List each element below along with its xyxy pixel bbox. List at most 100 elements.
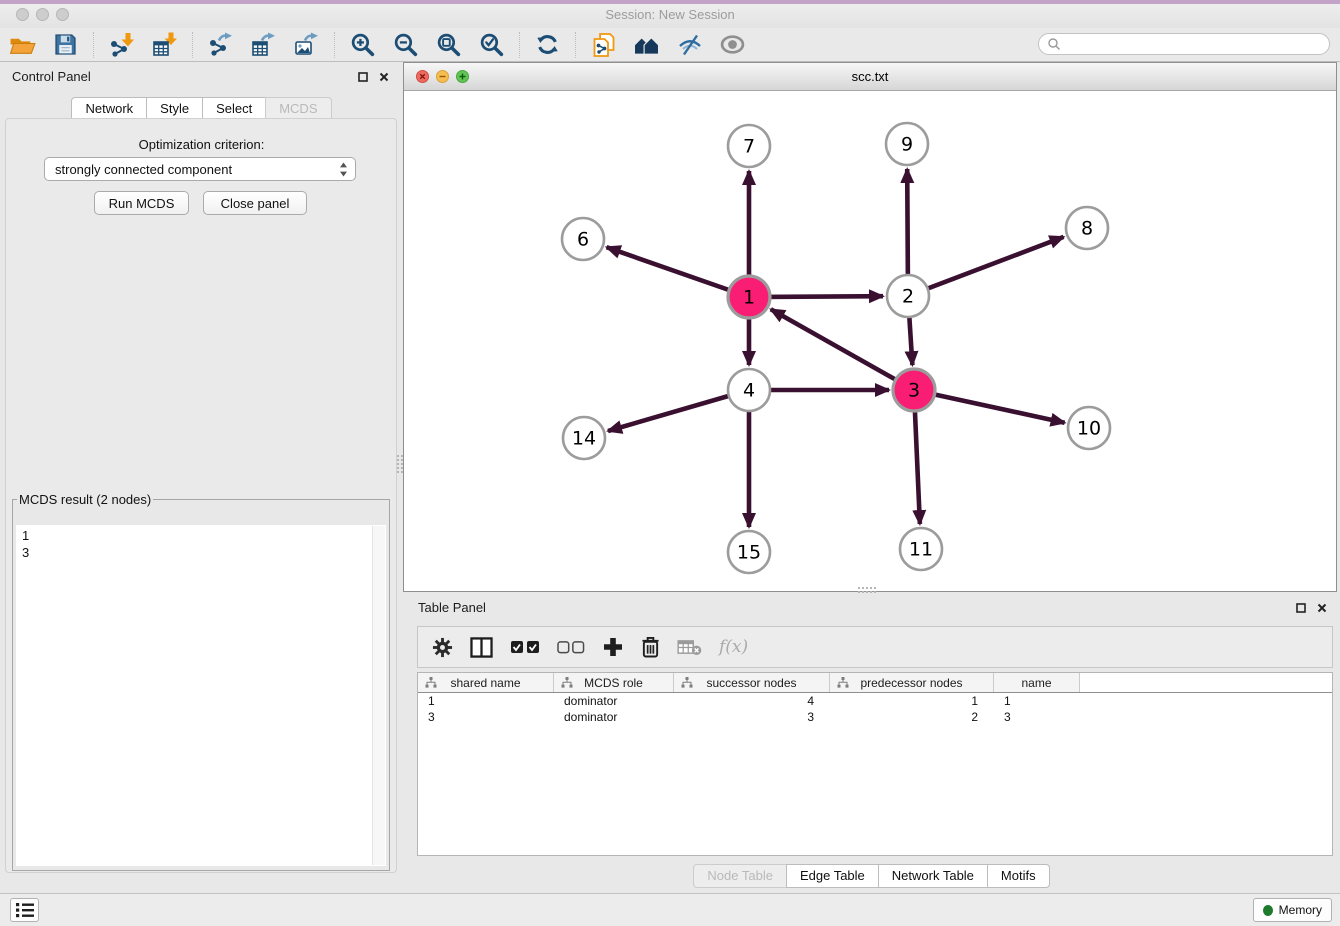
mcds-result-scrollbar[interactable] <box>372 526 385 865</box>
hide-details-eye-slash-icon[interactable] <box>676 31 703 59</box>
control-panel: Control Panel NetworkStyleSelectMCDS Opt… <box>0 62 403 880</box>
close-panel-button[interactable]: Close panel <box>203 191 307 215</box>
open-folder-icon[interactable] <box>9 31 36 59</box>
table-cell[interactable]: 2 <box>830 710 994 724</box>
svg-text:10: 10 <box>1077 418 1101 440</box>
clone-network-icon[interactable] <box>590 31 617 59</box>
run-mcds-button[interactable]: Run MCDS <box>94 191 189 215</box>
graph-node-6[interactable]: 6 <box>562 218 604 260</box>
import-network-icon[interactable] <box>108 31 135 59</box>
close-panel-icon[interactable] <box>378 71 390 83</box>
export-image-icon[interactable] <box>293 31 320 59</box>
table-cell[interactable]: 1 <box>994 694 1080 708</box>
search-input[interactable] <box>1066 36 1329 52</box>
table-cell[interactable]: 3 <box>674 710 830 724</box>
table-cell[interactable]: dominator <box>554 694 674 708</box>
save-icon[interactable] <box>52 31 79 59</box>
svg-text:15: 15 <box>737 542 761 564</box>
tab-motifs[interactable]: Motifs <box>987 864 1050 888</box>
tab-node-table[interactable]: Node Table <box>693 864 787 888</box>
network-frame-titlebar[interactable]: scc.txt <box>404 63 1336 91</box>
table-row[interactable]: 1dominator411 <box>418 693 1332 709</box>
window-titlebar: Session: New Session <box>0 0 1340 28</box>
float-panel-icon[interactable] <box>1295 602 1307 614</box>
export-network-icon[interactable] <box>207 31 234 59</box>
zoom-selected-icon[interactable] <box>478 31 505 59</box>
list-icon <box>14 901 36 919</box>
graph-node-11[interactable]: 11 <box>900 528 942 570</box>
graph-node-4[interactable]: 4 <box>728 369 770 411</box>
titlebar-accent-strip <box>0 0 1340 4</box>
mcds-result-legend: MCDS result (2 nodes) <box>17 492 153 507</box>
column-header-MCDS-role[interactable]: MCDS role <box>554 673 674 692</box>
table-cell[interactable]: 1 <box>418 694 554 708</box>
search-icon <box>1047 37 1061 51</box>
close-panel-icon[interactable] <box>1316 602 1328 614</box>
select-all-checkboxes-icon[interactable] <box>510 640 540 654</box>
graph-node-14[interactable]: 14 <box>563 417 605 459</box>
optimization-criterion-label: Optimization criterion: <box>0 137 403 152</box>
delete-table-icon[interactable] <box>677 639 702 656</box>
graph-node-2[interactable]: 2 <box>887 275 929 317</box>
task-history-button[interactable] <box>10 898 39 922</box>
graph-node-3[interactable]: 3 <box>893 369 935 411</box>
column-header-predecessor-nodes[interactable]: predecessor nodes <box>830 673 994 692</box>
show-details-eye-icon[interactable] <box>719 31 746 59</box>
export-table-icon[interactable] <box>250 31 277 59</box>
graph-node-8[interactable]: 8 <box>1066 207 1108 249</box>
graph-edge-2-8[interactable] <box>908 237 1064 296</box>
tab-network-table[interactable]: Network Table <box>878 864 988 888</box>
table-panel-title: Table Panel <box>418 600 486 615</box>
network-view-frame: scc.txt 7 9 6 8 1 2 4 3 14 10 15 11 <box>403 62 1337 592</box>
graph-node-9[interactable]: 9 <box>886 123 928 165</box>
graph-node-10[interactable]: 10 <box>1068 407 1110 449</box>
graph-node-7[interactable]: 7 <box>728 125 770 167</box>
table-cell[interactable]: 4 <box>674 694 830 708</box>
mcds-result-line: 1 <box>22 527 366 544</box>
import-table-icon[interactable] <box>151 31 178 59</box>
table-toolbar: f(x) <box>417 626 1333 668</box>
memory-button[interactable]: Memory <box>1253 898 1332 922</box>
status-bar: Memory <box>0 893 1340 926</box>
table-body: 1dominator4113dominator323 <box>418 693 1332 725</box>
gear-icon[interactable] <box>432 637 453 658</box>
column-header-successor-nodes[interactable]: successor nodes <box>674 673 830 692</box>
mcds-result-line: 3 <box>22 544 366 561</box>
function-builder-icon: f(x) <box>719 637 748 657</box>
add-column-icon[interactable] <box>602 636 624 658</box>
refresh-icon[interactable] <box>534 31 561 59</box>
graph-node-1[interactable]: 1 <box>728 276 770 318</box>
graph-edge-3-10[interactable] <box>914 390 1065 423</box>
svg-text:11: 11 <box>909 539 933 561</box>
criterion-select[interactable]: strongly connected component <box>44 157 356 181</box>
column-header-shared-name[interactable]: shared name <box>418 673 554 692</box>
main-toolbar <box>0 28 1340 62</box>
select-stepper-icon <box>339 162 348 180</box>
home-networks-icon[interactable] <box>633 31 660 59</box>
table-panel: Table Panel f(x) shared nameMCDS ro <box>403 592 1340 893</box>
zoom-fit-icon[interactable] <box>435 31 462 59</box>
graph-edge-1-6[interactable] <box>607 247 749 297</box>
table-row[interactable]: 3dominator323 <box>418 709 1332 725</box>
table-cell[interactable]: 3 <box>418 710 554 724</box>
zoom-in-icon[interactable] <box>349 31 376 59</box>
zoom-out-icon[interactable] <box>392 31 419 59</box>
trash-icon[interactable] <box>641 636 660 658</box>
table-cell[interactable]: 1 <box>830 694 994 708</box>
float-panel-icon[interactable] <box>357 71 369 83</box>
network-frame-title: scc.txt <box>404 69 1336 84</box>
tab-edge-table[interactable]: Edge Table <box>786 864 879 888</box>
search-field[interactable] <box>1038 33 1330 55</box>
column-header-name[interactable]: name <box>994 673 1080 692</box>
table-panel-window-buttons <box>1295 602 1328 614</box>
network-canvas[interactable]: 7 9 6 8 1 2 4 3 14 10 15 11 <box>404 91 1336 591</box>
table-cell[interactable]: 3 <box>994 710 1080 724</box>
graph-edge-3-1[interactable] <box>771 309 914 390</box>
table-cell[interactable]: dominator <box>554 710 674 724</box>
table-panel-tabs: Node TableEdge TableNetwork TableMotifs <box>403 864 1340 888</box>
node-table[interactable]: shared nameMCDS rolesuccessor nodesprede… <box>417 672 1333 856</box>
split-columns-icon[interactable] <box>470 637 493 658</box>
graph-node-15[interactable]: 15 <box>728 531 770 573</box>
mcds-result-textarea[interactable]: 13 <box>16 525 386 866</box>
deselect-all-checkboxes-icon[interactable] <box>557 641 585 654</box>
